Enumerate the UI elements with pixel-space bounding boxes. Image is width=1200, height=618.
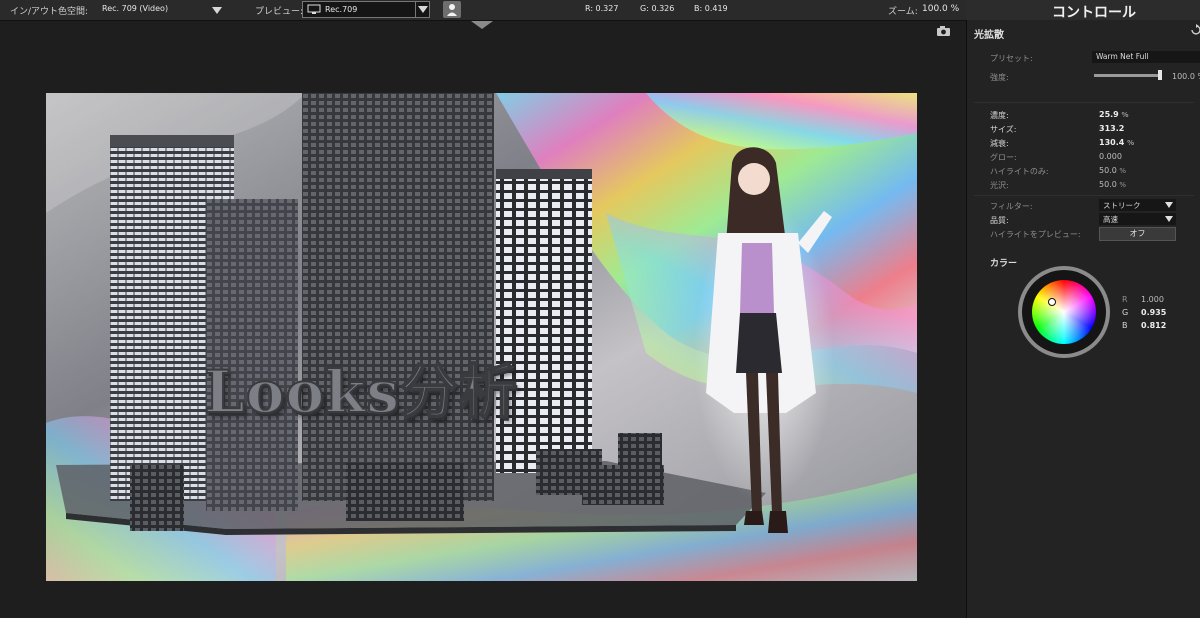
filter-label: フィルター: [990,202,1033,211]
quality-value: 高速 [1103,215,1118,224]
size-value[interactable]: 313.2 [1099,124,1124,133]
highlights-only-value[interactable]: 50.0 % [1099,166,1126,175]
zoom-value: 100.0 % [922,4,960,14]
color-r-label: R [1122,295,1128,304]
gloss-label: 光沢: [990,181,1009,190]
zoom-label: ズーム: [888,7,918,17]
color-g-label: G [1122,308,1129,317]
color-wheel-ring[interactable] [1018,266,1110,358]
preset-value: Warm Net Full [1096,52,1149,61]
decay-label: 減衰: [990,139,1009,148]
preview-label: プレビュー: [255,7,304,17]
inout-colorspace-value: Rec. 709 (Video) [102,4,169,13]
color-g-value[interactable]: 0.935 [1141,308,1166,317]
filter-select[interactable]: ストリーク [1099,199,1176,211]
b-readout: B: 0.419 [694,4,728,13]
viewer-notch-icon [471,21,493,29]
r-readout: R: 0.327 [585,4,619,13]
strength-label: 強度: [990,73,1009,82]
section-title: 光拡散 [974,30,1004,41]
divider [974,195,1194,196]
quality-label: 品質: [990,216,1009,225]
select-divider [415,2,416,17]
g-readout: G: 0.326 [640,4,675,13]
density-label: 濃度: [990,111,1009,120]
highlights-only-label: ハイライトのみ: [990,167,1049,176]
camera-icon[interactable] [936,25,951,37]
decay-value[interactable]: 130.4 % [1099,138,1134,147]
quality-select[interactable]: 高速 [1099,213,1176,225]
monitor-icon [307,4,321,14]
glow-label: グロー: [990,153,1017,162]
person-icon [447,4,457,16]
highlight-preview-button-label: オフ [1129,229,1146,238]
strength-value: 100.0 % [1172,72,1200,81]
preset-label: プリセット: [990,54,1033,63]
density-value[interactable]: 25.9 % [1099,110,1129,119]
rendered-scene [46,93,917,581]
preview-canvas[interactable]: Looks分析 [46,93,917,581]
chevron-down-icon [212,7,222,14]
strength-slider-track[interactable] [1094,70,1162,80]
glow-value[interactable]: 0.000 [1099,152,1122,161]
highlight-preview-button[interactable]: オフ [1099,227,1176,241]
gloss-value[interactable]: 50.0 % [1099,180,1126,189]
color-wheel-handle[interactable] [1048,298,1056,306]
person-toggle-button[interactable] [443,1,461,18]
preview-select[interactable]: Rec.709 [302,1,430,18]
chevron-down-icon [418,6,428,13]
preview-value: Rec.709 [325,5,358,14]
strength-slider-handle[interactable] [1158,70,1162,80]
color-section-label: カラー [990,259,1018,269]
chevron-down-icon [1165,216,1173,222]
overlay-title: Looks分析 [203,357,518,427]
filter-value: ストリーク [1103,201,1141,210]
preset-select[interactable]: Warm Net Full [1092,51,1200,63]
inout-colorspace-select[interactable]: Rec. 709 (Video) [98,1,226,18]
color-b-label: B [1122,321,1128,330]
divider [974,102,1194,103]
reset-icon[interactable] [1190,24,1200,36]
color-wheel[interactable] [1032,280,1096,344]
size-label: サイズ: [990,125,1017,134]
strength-slider-fill [1094,74,1162,77]
chevron-down-icon [1165,202,1173,208]
color-r-value[interactable]: 1.000 [1141,295,1164,304]
inout-colorspace-label: イン/アウト色空間: [10,7,89,17]
highlight-preview-label: ハイライトをプレビュー: [990,230,1081,239]
panel-title: コントロール [1052,5,1136,21]
color-b-value[interactable]: 0.812 [1141,321,1166,330]
